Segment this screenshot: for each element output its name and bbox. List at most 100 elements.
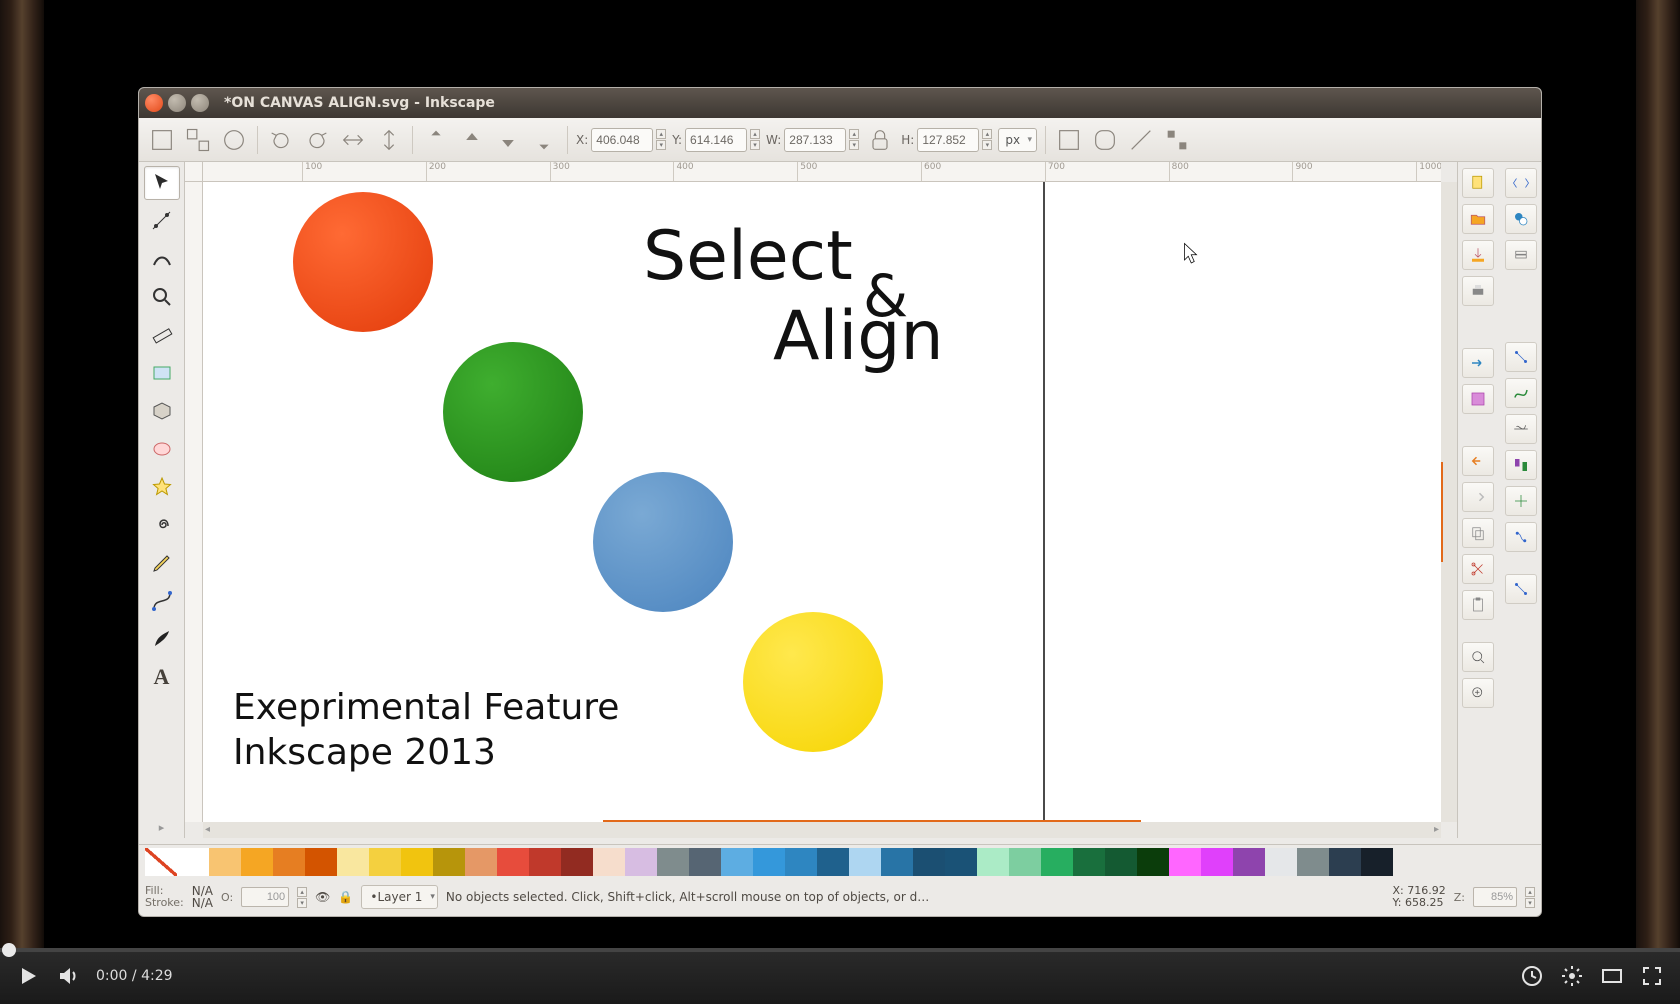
layer-visibility-icon[interactable]: 👁 — [315, 890, 330, 904]
zoom-input[interactable] — [1473, 887, 1517, 907]
text-dialog-icon[interactable] — [1505, 522, 1537, 552]
open-icon[interactable] — [1462, 204, 1494, 234]
lower-icon[interactable] — [493, 125, 523, 155]
color-swatch[interactable] — [1201, 848, 1233, 876]
path-effect-icon[interactable] — [1505, 378, 1537, 408]
affect-gradient-icon[interactable] — [1126, 125, 1156, 155]
window-titlebar[interactable]: *ON CANVAS ALIGN.svg - Inkscape — [139, 88, 1541, 118]
raise-icon[interactable] — [457, 125, 487, 155]
opacity-spinner[interactable]: ▴▾ — [297, 887, 307, 908]
star-tool[interactable] — [144, 470, 180, 504]
color-swatch[interactable] — [369, 848, 401, 876]
volume-button[interactable] — [56, 964, 80, 988]
heading-align[interactable]: Align — [773, 297, 944, 376]
color-swatch[interactable] — [529, 848, 561, 876]
toolbox-more-icon[interactable]: ▸ — [155, 817, 169, 838]
color-swatch[interactable] — [1361, 848, 1393, 876]
fullscreen-icon[interactable] — [1640, 964, 1664, 988]
transform-icon[interactable] — [1505, 486, 1537, 516]
window-maximize-button[interactable] — [191, 94, 209, 112]
color-swatch[interactable] — [721, 848, 753, 876]
play-button[interactable] — [16, 964, 40, 988]
y-input[interactable] — [685, 128, 747, 152]
color-swatch[interactable] — [1137, 848, 1169, 876]
color-swatch[interactable] — [209, 848, 241, 876]
color-swatch[interactable] — [753, 848, 785, 876]
color-swatch[interactable] — [817, 848, 849, 876]
video-scrubber[interactable] — [0, 948, 1680, 952]
color-swatch[interactable] — [1329, 848, 1361, 876]
paste-icon[interactable] — [1462, 590, 1494, 620]
color-swatch[interactable] — [1265, 848, 1297, 876]
select-all-layers-icon[interactable] — [147, 125, 177, 155]
pencil-tool[interactable] — [144, 546, 180, 580]
color-swatch[interactable] — [433, 848, 465, 876]
scrubber-knob[interactable] — [2, 943, 16, 957]
color-swatch[interactable] — [1105, 848, 1137, 876]
calligraphy-tool[interactable] — [144, 622, 180, 656]
heading-select[interactable]: Select — [643, 217, 853, 296]
y-spinner[interactable]: ▴▾ — [750, 129, 760, 150]
export-icon[interactable] — [1462, 348, 1494, 378]
x-spinner[interactable]: ▴▾ — [656, 129, 666, 150]
horizontal-ruler[interactable]: 100 200 300 400 500 600 700 800 900 1000 — [203, 162, 1441, 182]
new-doc-icon[interactable] — [1462, 168, 1494, 198]
color-swatch[interactable] — [241, 848, 273, 876]
deselect-icon[interactable] — [219, 125, 249, 155]
red-circle[interactable] — [293, 192, 433, 332]
measure-tool[interactable] — [144, 318, 180, 352]
flip-horizontal-icon[interactable] — [338, 125, 368, 155]
prefs-icon[interactable] — [1505, 574, 1537, 604]
color-swatch[interactable] — [785, 848, 817, 876]
box3d-tool[interactable] — [144, 394, 180, 428]
select-all-icon[interactable] — [183, 125, 213, 155]
w-spinner[interactable]: ▴▾ — [849, 129, 859, 150]
zoom-spinner[interactable]: ▴▾ — [1525, 887, 1535, 908]
align-icon[interactable] — [1505, 450, 1537, 480]
color-swatch[interactable] — [1233, 848, 1265, 876]
undo-icon[interactable] — [1462, 446, 1494, 476]
unit-dropdown[interactable]: px — [998, 128, 1037, 152]
cut-icon[interactable] — [1462, 554, 1494, 584]
x-input[interactable] — [591, 128, 653, 152]
window-close-button[interactable] — [145, 94, 163, 112]
h-input[interactable] — [917, 128, 979, 152]
rotate-cw-icon[interactable] — [302, 125, 332, 155]
trace-icon[interactable] — [1505, 414, 1537, 444]
color-swatch[interactable] — [945, 848, 977, 876]
flip-vertical-icon[interactable] — [374, 125, 404, 155]
drawing-canvas[interactable]: Select & Align Exeprimental Feature Inks… — [203, 182, 1441, 822]
theater-mode-icon[interactable] — [1600, 964, 1624, 988]
color-swatch[interactable] — [1009, 848, 1041, 876]
color-swatch[interactable] — [625, 848, 657, 876]
vertical-scrollbar[interactable] — [1441, 182, 1457, 822]
zoom-tool[interactable] — [144, 280, 180, 314]
w-input[interactable] — [784, 128, 846, 152]
save-icon[interactable] — [1462, 384, 1494, 414]
color-swatch[interactable] — [497, 848, 529, 876]
spiral-tool[interactable] — [144, 508, 180, 542]
color-swatch[interactable] — [1041, 848, 1073, 876]
color-swatch[interactable] — [561, 848, 593, 876]
color-swatch[interactable] — [177, 848, 209, 876]
color-swatch[interactable] — [1169, 848, 1201, 876]
w-field[interactable]: W: ▴▾ — [766, 128, 859, 152]
zoom-fit-icon[interactable] — [1462, 642, 1494, 672]
copy-icon[interactable] — [1462, 518, 1494, 548]
color-swatch[interactable] — [881, 848, 913, 876]
blue-circle[interactable] — [593, 472, 733, 612]
color-swatch[interactable] — [465, 848, 497, 876]
h-spinner[interactable]: ▴▾ — [982, 129, 992, 150]
print-icon[interactable] — [1462, 276, 1494, 306]
layers-icon[interactable] — [1505, 240, 1537, 270]
layer-selector[interactable]: •Layer 1 ▾ — [361, 885, 438, 909]
raise-top-icon[interactable] — [421, 125, 451, 155]
selector-tool[interactable] — [144, 166, 180, 200]
color-swatch[interactable] — [401, 848, 433, 876]
tweak-tool[interactable] — [144, 242, 180, 276]
rectangle-tool[interactable] — [144, 356, 180, 390]
color-swatch[interactable] — [657, 848, 689, 876]
caption-line2[interactable]: Inkscape 2013 — [233, 732, 496, 773]
settings-icon[interactable] — [1560, 964, 1584, 988]
color-swatch[interactable] — [913, 848, 945, 876]
